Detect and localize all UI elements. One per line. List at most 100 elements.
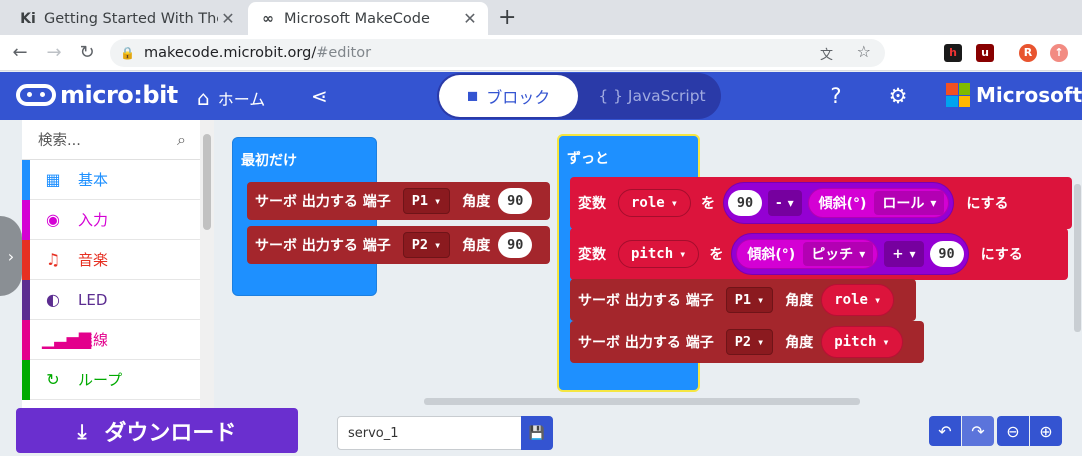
rotation-block[interactable]: 傾斜(°) ピッチ (736, 239, 879, 269)
redo-icon: ↷ (971, 421, 985, 441)
headphones-icon: ♫ (45, 250, 61, 269)
servo-write-block[interactable]: サーボ 出力する 端子 P2 角度 pitch (570, 321, 924, 363)
angle-label: 角度 (462, 238, 491, 254)
toolbox-scrollbar[interactable] (200, 120, 214, 408)
ublock-icon[interactable]: u (976, 44, 994, 62)
blocks-tab[interactable]: ◼ ブロック (439, 75, 578, 117)
on-start-label: 最初だけ (241, 153, 297, 169)
extension-h-icon[interactable]: h (944, 44, 962, 62)
math-operation[interactable]: 90 - 傾斜(°) ロール (722, 182, 955, 224)
blocks-workspace[interactable]: 最初だけ サーボ 出力する 端子 P1 角度 90 サーボ 出力する 端子 P2… (214, 120, 1082, 408)
microbit-logo[interactable]: micro:bit (16, 81, 178, 109)
translate-icon[interactable]: 文 (820, 44, 833, 63)
editor-toolbar: ⤓ ダウンロード servo_1 💾 ↶ ↷ ⊖ ⊕ (0, 408, 1082, 456)
microsoft-label: Microsoft (976, 83, 1082, 107)
category-label: 音楽 (78, 251, 109, 269)
address-bar: ← → ↻ 🔒 makecode.microbit.org/#editor 文 … (0, 35, 1082, 71)
zoom-in-button[interactable]: ⊕ (1030, 416, 1062, 446)
axis-dropdown[interactable]: ロール (874, 191, 945, 215)
angle-label: 角度 (785, 293, 814, 309)
category-label: 入力 (78, 211, 109, 229)
reload-icon[interactable]: ↻ (75, 41, 99, 65)
category-label: 無線 (78, 331, 109, 349)
javascript-label: { } JavaScript (598, 87, 706, 105)
variable-reporter[interactable]: role (821, 284, 895, 316)
makecode-favicon-icon: ∞ (262, 10, 274, 27)
workspace-vertical-scrollbar[interactable] (1074, 184, 1081, 332)
project-name: servo_1 (348, 425, 399, 441)
pin-dropdown[interactable]: P2 (402, 232, 451, 258)
share-icon[interactable]: ⋖ (311, 84, 328, 108)
angle-value[interactable]: 90 (498, 232, 533, 258)
category-music[interactable]: ♫ 音楽 (22, 240, 200, 280)
signal-icon: ▁▃▅▇ (42, 330, 92, 349)
profile-avatar[interactable]: R (1019, 44, 1037, 62)
forward-arrow-icon[interactable]: → (42, 41, 66, 65)
zoom-out-button[interactable]: ⊖ (997, 416, 1029, 446)
operator-dropdown[interactable]: - (767, 190, 802, 216)
new-tab-button[interactable]: + (498, 5, 516, 30)
axis-dropdown[interactable]: ピッチ (803, 242, 874, 266)
simulator-expand-tab[interactable]: › (0, 216, 22, 296)
tab-title: Microsoft MakeCode (284, 10, 430, 27)
workspace-horizontal-scrollbar[interactable] (424, 398, 860, 405)
undo-icon: ↶ (938, 421, 952, 441)
url-host: makecode.microbit.org/ (144, 45, 317, 61)
category-radio[interactable]: ▁▃▅▇ 無線 (22, 320, 200, 360)
category-basic[interactable]: ▦ 基本 (22, 160, 200, 200)
rotation-label: 傾斜(°) (818, 196, 867, 212)
microsoft-logo[interactable]: Microsoft (946, 83, 1082, 107)
toolbox-search-input[interactable]: 検索... ⌕ (22, 120, 200, 160)
variable-dropdown[interactable]: role (618, 189, 691, 217)
block-text: サーボ 出力する 端子 (578, 293, 714, 309)
download-button[interactable]: ⤓ ダウンロード (16, 408, 298, 453)
zoom-in-icon: ⊕ (1039, 421, 1053, 441)
tab-getting-started[interactable]: Ki Getting Started With The ✕ (8, 2, 246, 35)
project-name-input[interactable]: servo_1 💾 (337, 416, 553, 450)
home-button[interactable]: ⌂ ホーム (197, 86, 265, 110)
microbit-logo-icon (16, 84, 56, 106)
variable-dropdown[interactable]: pitch (618, 240, 700, 268)
update-icon[interactable]: ↑ (1050, 44, 1068, 62)
rotation-block[interactable]: 傾斜(°) ロール (807, 188, 950, 218)
set-suffix: にする (966, 196, 1009, 212)
set-role-block[interactable]: 変数 role を 90 - 傾斜(°) ロール にする (570, 177, 1072, 229)
url-path: #editor (316, 45, 372, 61)
math-left-value[interactable]: 90 (727, 190, 762, 216)
gear-icon[interactable]: ⚙ (886, 84, 910, 108)
pin-dropdown[interactable]: P1 (402, 188, 451, 214)
bookmark-star-icon[interactable]: ☆ (857, 42, 871, 61)
tab-makecode[interactable]: ∞ Microsoft MakeCode ✕ (248, 2, 488, 35)
block-text: サーボ 出力する 端子 (255, 238, 391, 254)
angle-value[interactable]: 90 (498, 188, 533, 214)
help-icon[interactable]: ? (824, 84, 848, 108)
browser-tab-bar: Ki Getting Started With The ✕ ∞ Microsof… (0, 0, 1082, 35)
logo-text: micro:bit (60, 81, 178, 109)
back-arrow-icon[interactable]: ← (8, 41, 32, 65)
servo-write-block[interactable]: サーボ 出力する 端子 P2 角度 90 (247, 226, 550, 264)
pin-dropdown[interactable]: P2 (725, 329, 774, 355)
toolbox-scroll-thumb[interactable] (203, 134, 211, 230)
category-led[interactable]: ◐ LED (22, 280, 200, 320)
redo-button[interactable]: ↷ (962, 416, 994, 446)
set-pitch-block[interactable]: 変数 pitch を 傾斜(°) ピッチ + 90 にする (570, 228, 1068, 280)
undo-button[interactable]: ↶ (929, 416, 961, 446)
close-tab-icon[interactable]: ✕ (218, 9, 238, 28)
pin-dropdown[interactable]: P1 (725, 287, 774, 313)
close-tab-icon[interactable]: ✕ (460, 9, 480, 28)
home-icon: ⌂ (197, 86, 210, 110)
javascript-tab[interactable]: { } JavaScript (587, 75, 717, 117)
url-field[interactable]: 🔒 makecode.microbit.org/#editor 文 ☆ (110, 39, 885, 67)
operator-dropdown[interactable]: + (884, 241, 924, 267)
search-icon[interactable]: ⌕ (177, 130, 186, 150)
block-text: サーボ 出力する 端子 (578, 335, 714, 351)
math-operation[interactable]: 傾斜(°) ピッチ + 90 (731, 233, 969, 275)
category-input[interactable]: ◉ 入力 (22, 200, 200, 240)
home-label: ホーム (217, 90, 266, 109)
servo-write-block[interactable]: サーボ 出力する 端子 P1 角度 90 (247, 182, 550, 220)
servo-write-block[interactable]: サーボ 出力する 端子 P1 角度 role (570, 279, 916, 321)
save-icon[interactable]: 💾 (521, 416, 553, 450)
math-right-value[interactable]: 90 (929, 241, 964, 267)
variable-reporter[interactable]: pitch (821, 326, 903, 358)
category-loops[interactable]: ↻ ループ (22, 360, 200, 400)
